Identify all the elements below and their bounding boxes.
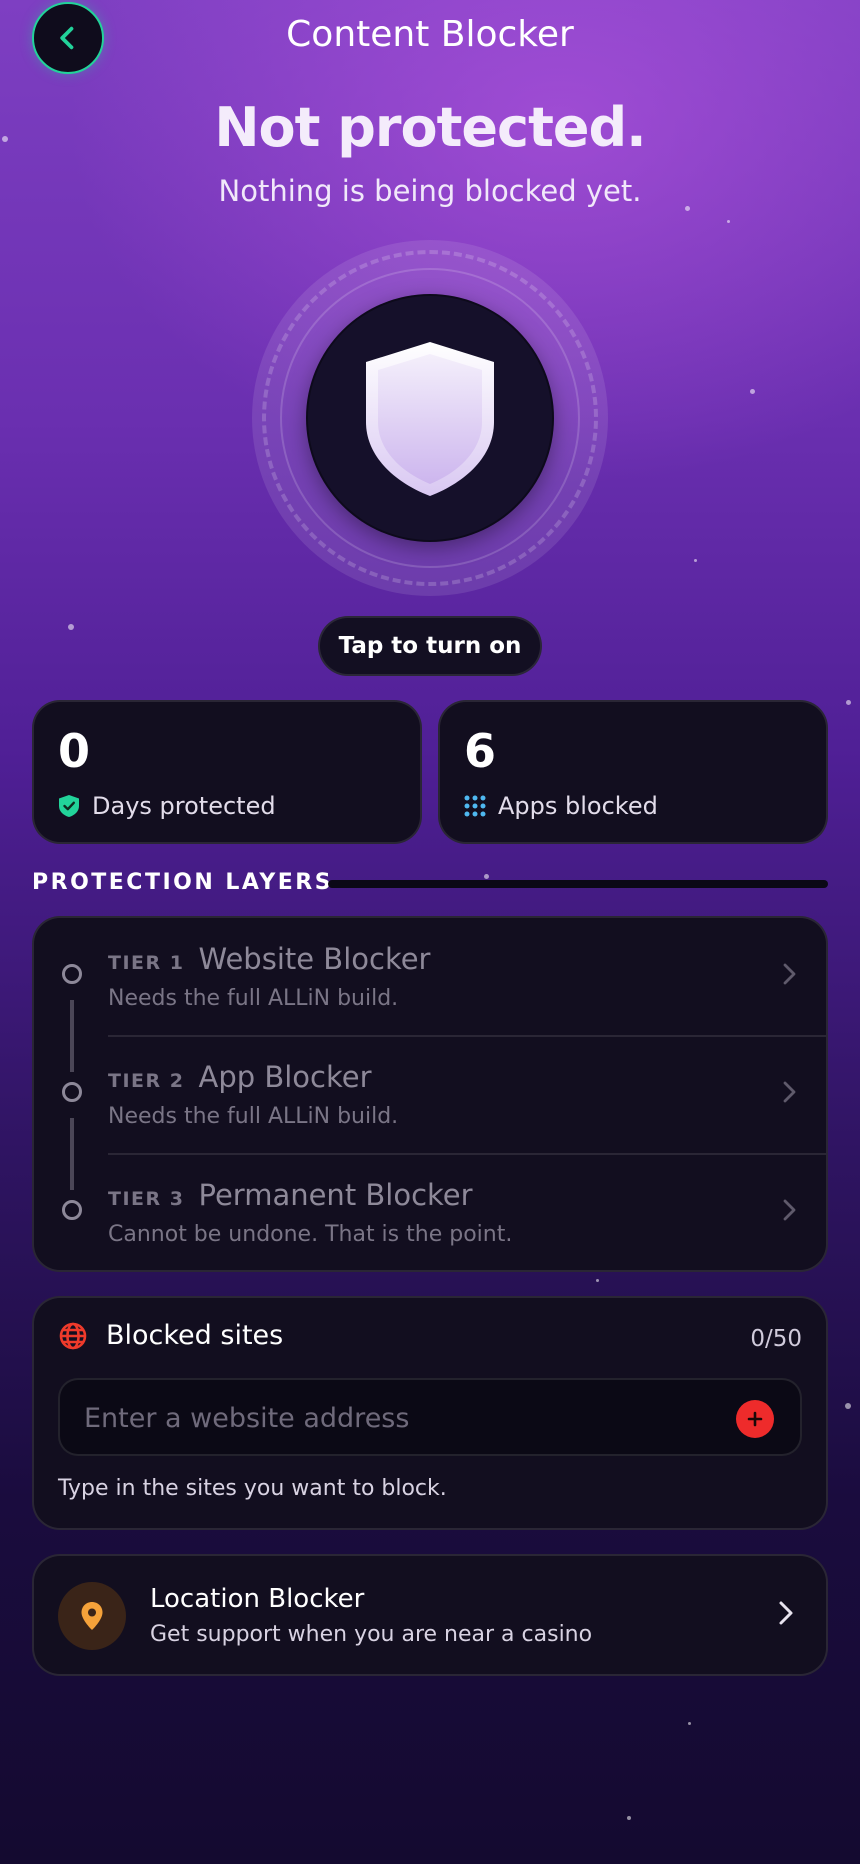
apps-blocked-value: 6	[464, 724, 497, 778]
background-star	[688, 1722, 691, 1725]
tier-tag: TIER 1	[108, 952, 185, 974]
location-icon-badge	[58, 1582, 126, 1650]
location-blocker-subtitle: Get support when you are near a casino	[150, 1622, 593, 1647]
tier-row-app-blocker[interactable]: TIER 2 App Blocker Needs the full ALLiN …	[34, 1036, 826, 1154]
page-title: Content Blocker	[286, 14, 574, 55]
background-star	[68, 624, 74, 630]
protection-layers-card: TIER 1 Website Blocker Needs the full AL…	[32, 916, 828, 1272]
shield-check-icon	[59, 795, 79, 817]
tier-description: Needs the full ALLiN build.	[108, 1104, 399, 1129]
blocked-sites-card: Blocked sites 0/50 Type in the sites you…	[32, 1296, 828, 1530]
blocked-sites-count: 0/50	[750, 1326, 802, 1352]
apps-grid-icon	[464, 795, 486, 817]
tier-status-dot	[62, 964, 82, 984]
background-star	[596, 1279, 599, 1282]
tier-tag: TIER 2	[108, 1070, 185, 1092]
tier-status-dot	[62, 1200, 82, 1220]
protection-status-subtitle: Nothing is being blocked yet.	[218, 174, 642, 208]
location-blocker-title: Location Blocker	[150, 1584, 365, 1614]
days-protected-value: 0	[58, 724, 91, 778]
location-blocker-card[interactable]: Location Blocker Get support when you ar…	[32, 1554, 828, 1676]
blocked-sites-title: Blocked sites	[106, 1320, 284, 1351]
tier-name: Permanent Blocker	[198, 1178, 473, 1212]
days-protected-label: Days protected	[92, 792, 276, 820]
globe-icon	[59, 1322, 87, 1349]
background-star	[750, 389, 755, 394]
tier-name: App Blocker	[198, 1060, 372, 1094]
chevron-right-icon	[783, 1081, 796, 1103]
background-star	[846, 700, 851, 705]
background-star	[627, 1816, 631, 1820]
protection-status-title: Not protected.	[214, 96, 646, 159]
days-protected-card: 0 Days protected	[32, 700, 422, 844]
shield-icon	[366, 342, 494, 496]
background-star	[484, 874, 489, 879]
background-star	[727, 220, 730, 223]
add-site-button[interactable]	[736, 1400, 774, 1438]
location-pin-icon	[81, 1602, 103, 1630]
background-star	[694, 559, 697, 562]
tier-status-dot	[62, 1082, 82, 1102]
protection-layers-header: PROTECTION LAYERS	[32, 870, 334, 895]
apps-blocked-card: 6 Apps blocked	[438, 700, 828, 844]
plus-icon	[747, 1411, 763, 1427]
chevron-right-icon	[783, 963, 796, 985]
protection-toggle-dial	[252, 240, 608, 596]
tier-row-permanent-blocker[interactable]: TIER 3 Permanent Blocker Cannot be undon…	[34, 1154, 826, 1270]
tier-description: Cannot be undone. That is the point.	[108, 1222, 513, 1247]
website-input-container	[58, 1378, 802, 1456]
tier-name: Website Blocker	[198, 942, 431, 976]
tier-row-website-blocker[interactable]: TIER 1 Website Blocker Needs the full AL…	[34, 918, 826, 1036]
apps-blocked-label: Apps blocked	[498, 792, 658, 820]
blocked-sites-hint: Type in the sites you want to block.	[58, 1476, 447, 1501]
background-star	[845, 1403, 851, 1409]
chevron-right-icon	[783, 1199, 796, 1221]
turn-on-button[interactable]: Tap to turn on	[318, 616, 542, 676]
tier-description: Needs the full ALLiN build.	[108, 986, 399, 1011]
chevron-right-icon	[779, 1601, 793, 1625]
tier-tag: TIER 3	[108, 1188, 185, 1210]
section-divider-line	[328, 880, 828, 888]
shield-toggle-button[interactable]	[306, 294, 554, 542]
website-address-input[interactable]	[82, 1380, 726, 1456]
